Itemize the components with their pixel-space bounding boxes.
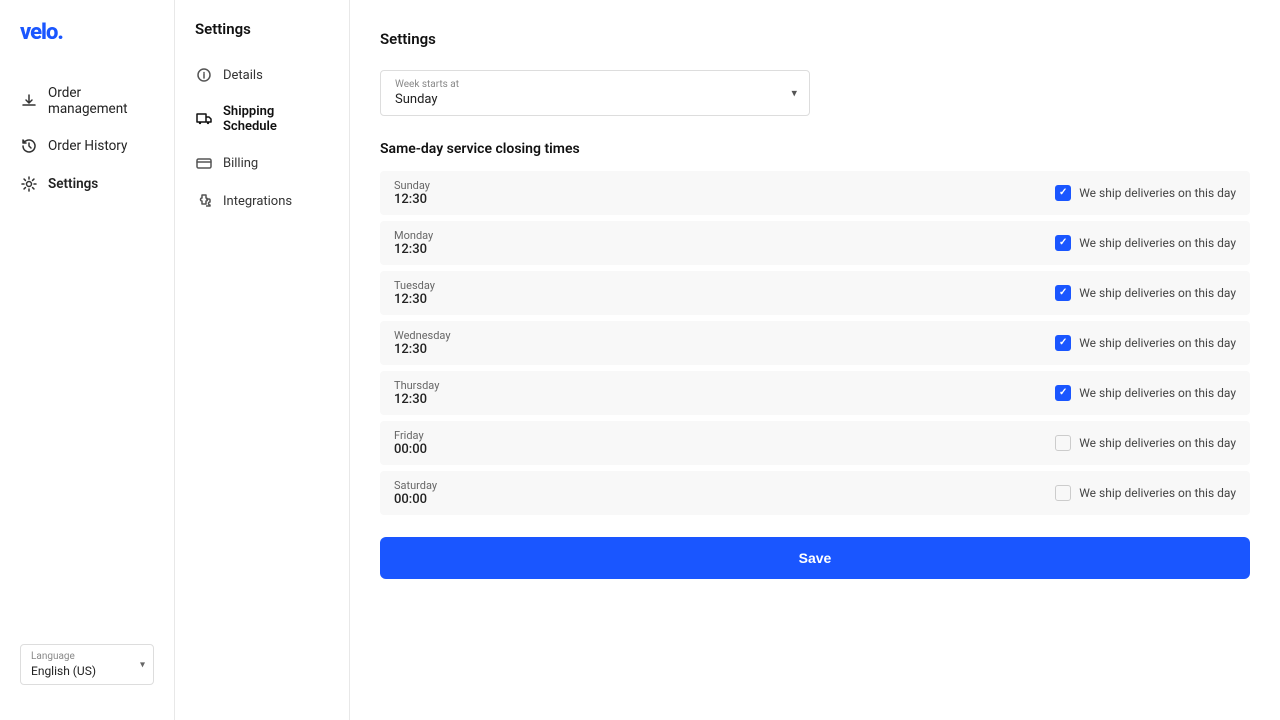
day-time: 00:00 <box>394 492 484 507</box>
sidebar-item-label: Settings <box>48 176 98 192</box>
same-day-title: Same-day service closing times <box>380 141 1250 157</box>
day-checkbox-wrap: We ship deliveries on this day <box>1055 385 1236 401</box>
day-checkbox[interactable] <box>1055 235 1071 251</box>
settings-nav-title: Settings <box>175 20 349 56</box>
day-info: Friday00:00 <box>394 429 484 457</box>
day-row: Saturday00:00 We ship deliveries on this … <box>380 471 1250 515</box>
page-title: Settings <box>380 30 1250 48</box>
day-checkbox-wrap: We ship deliveries on this day <box>1055 185 1236 201</box>
day-checkbox[interactable] <box>1055 335 1071 351</box>
day-info: Thursday12:30 <box>394 379 484 407</box>
settings-nav-item-billing[interactable]: Billing <box>175 144 349 182</box>
day-time: 00:00 <box>394 442 484 457</box>
day-info: Sunday12:30 <box>394 179 484 207</box>
day-info: Monday12:30 <box>394 229 484 257</box>
ship-label: We ship deliveries on this day <box>1079 436 1236 450</box>
logo-text: velo. <box>20 20 63 45</box>
main-content: Settings Week starts at Sunday ▾ Same-da… <box>350 0 1280 720</box>
day-checkbox-wrap: We ship deliveries on this day <box>1055 435 1236 451</box>
sidebar-item-label: Order History <box>48 138 127 154</box>
sidebar-item-order-history[interactable]: Order History <box>0 127 174 165</box>
chevron-down-icon: ▾ <box>140 659 145 670</box>
logo: velo. <box>0 20 174 75</box>
week-starts-value: Sunday <box>395 92 795 107</box>
day-info: Wednesday12:30 <box>394 329 484 357</box>
day-row: Thursday12:30 We ship deliveries on this … <box>380 371 1250 415</box>
day-name: Monday <box>394 229 484 242</box>
sidebar-footer: Language English (US) ▾ <box>0 629 174 700</box>
ship-label: We ship deliveries on this day <box>1079 286 1236 300</box>
day-checkbox[interactable] <box>1055 435 1071 451</box>
day-info: Tuesday12:30 <box>394 279 484 307</box>
ship-label: We ship deliveries on this day <box>1079 486 1236 500</box>
day-time: 12:30 <box>394 342 484 357</box>
language-value: English (US) <box>31 664 143 678</box>
settings-nav: Settings Details Shipping Schedule <box>175 0 350 720</box>
settings-nav-item-integrations[interactable]: Integrations <box>175 182 349 220</box>
settings-nav-label: Integrations <box>223 194 292 209</box>
settings-nav-label: Details <box>223 68 263 83</box>
settings-nav-label: Billing <box>223 156 258 171</box>
download-icon <box>20 92 38 110</box>
gear-icon <box>20 175 38 193</box>
sidebar-item-settings[interactable]: Settings <box>0 165 174 203</box>
week-starts-section: Week starts at Sunday ▾ <box>380 70 1250 116</box>
day-time: 12:30 <box>394 192 484 207</box>
week-starts-dropdown[interactable]: Week starts at Sunday ▾ <box>380 70 810 116</box>
day-name: Thursday <box>394 379 484 392</box>
sidebar-nav: Order management Order History Settings <box>0 75 174 203</box>
day-checkbox[interactable] <box>1055 485 1071 501</box>
day-name: Tuesday <box>394 279 484 292</box>
day-row: Sunday12:30 We ship deliveries on this da… <box>380 171 1250 215</box>
same-day-section: Same-day service closing times Sunday12:… <box>380 141 1250 579</box>
day-checkbox[interactable] <box>1055 185 1071 201</box>
week-starts-label: Week starts at <box>395 79 795 90</box>
card-icon <box>195 154 213 172</box>
day-time: 12:30 <box>394 292 484 307</box>
day-row: Friday00:00 We ship deliveries on this da… <box>380 421 1250 465</box>
day-checkbox[interactable] <box>1055 285 1071 301</box>
day-name: Sunday <box>394 179 484 192</box>
ship-label: We ship deliveries on this day <box>1079 386 1236 400</box>
ship-label: We ship deliveries on this day <box>1079 186 1236 200</box>
day-name: Saturday <box>394 479 484 492</box>
history-icon <box>20 137 38 155</box>
day-row: Monday12:30 We ship deliveries on this da… <box>380 221 1250 265</box>
ship-label: We ship deliveries on this day <box>1079 236 1236 250</box>
chevron-down-icon: ▾ <box>791 87 797 100</box>
day-name: Wednesday <box>394 329 484 342</box>
day-name: Friday <box>394 429 484 442</box>
day-time: 12:30 <box>394 242 484 257</box>
truck-icon <box>195 110 213 128</box>
settings-nav-label: Shipping Schedule <box>223 104 329 134</box>
sidebar-item-label: Order management <box>48 85 154 117</box>
save-button[interactable]: Save <box>380 537 1250 579</box>
language-label: Language <box>31 651 143 662</box>
day-info: Saturday00:00 <box>394 479 484 507</box>
settings-nav-item-details[interactable]: Details <box>175 56 349 94</box>
days-list: Sunday12:30We ship deliveries on this da… <box>380 171 1250 515</box>
day-checkbox-wrap: We ship deliveries on this day <box>1055 335 1236 351</box>
day-row: Wednesday12:30 We ship deliveries on this… <box>380 321 1250 365</box>
day-row: Tuesday12:30 We ship deliveries on this d… <box>380 271 1250 315</box>
info-icon <box>195 66 213 84</box>
ship-label: We ship deliveries on this day <box>1079 336 1236 350</box>
puzzle-icon <box>195 192 213 210</box>
day-time: 12:30 <box>394 392 484 407</box>
day-checkbox-wrap: We ship deliveries on this day <box>1055 235 1236 251</box>
day-checkbox-wrap: We ship deliveries on this day <box>1055 485 1236 501</box>
day-checkbox-wrap: We ship deliveries on this day <box>1055 285 1236 301</box>
language-select[interactable]: Language English (US) ▾ <box>20 644 154 685</box>
day-checkbox[interactable] <box>1055 385 1071 401</box>
sidebar-item-order-management[interactable]: Order management <box>0 75 174 127</box>
settings-nav-item-shipping[interactable]: Shipping Schedule <box>175 94 349 144</box>
sidebar: velo. Order management Order History <box>0 0 175 720</box>
